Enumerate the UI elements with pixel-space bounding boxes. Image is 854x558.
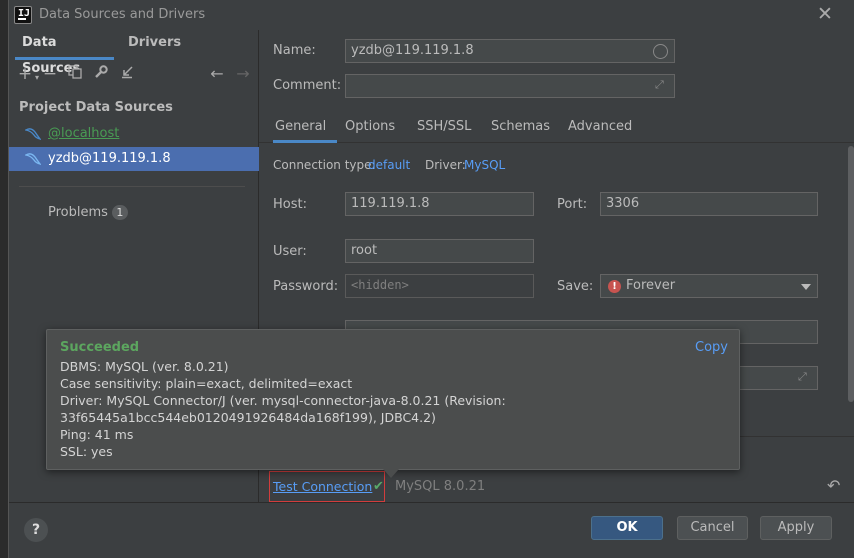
user-label: User:: [273, 244, 307, 259]
comment-input[interactable]: ⤢: [345, 74, 675, 98]
cancel-button[interactable]: Cancel: [677, 516, 748, 540]
settings-tabs: General Options SSH/SSL Schemas Advanced: [259, 113, 854, 143]
test-connection-link[interactable]: Test Connection: [273, 479, 372, 494]
problems-item[interactable]: Problems 1: [48, 205, 128, 220]
name-input[interactable]: yzdb@119.119.1.8: [345, 39, 675, 63]
connection-type-link[interactable]: default: [368, 158, 410, 172]
popup-line: SSL: yes: [60, 444, 113, 459]
user-input[interactable]: root: [345, 239, 534, 263]
scrollbar[interactable]: [847, 144, 854, 404]
test-connection-row: Test Connection ✔ MySQL 8.0.21 ↶: [269, 471, 849, 502]
password-placeholder: <hidden>: [351, 278, 409, 292]
check-icon: ✔: [373, 479, 384, 494]
color-circle-icon[interactable]: [653, 44, 668, 59]
tab-schemas[interactable]: Schemas: [491, 113, 550, 143]
port-input[interactable]: 3306: [600, 192, 818, 216]
password-label: Password:: [273, 279, 339, 294]
name-value: yzdb@119.119.1.8: [351, 43, 474, 58]
back-arrow-icon[interactable]: ←: [207, 62, 227, 86]
revert-icon[interactable]: ↶: [827, 476, 840, 495]
popup-line: Ping: 41 ms: [60, 427, 134, 442]
ide-background-strip: [0, 0, 8, 558]
scrollbar-thumb[interactable]: [848, 146, 854, 402]
mysql-dolphin-icon: [25, 128, 41, 140]
comment-label: Comment:: [273, 78, 342, 93]
import-icon[interactable]: [117, 62, 137, 86]
popup-line: 33f65445a1bcc544eb0120491926484da168f199…: [60, 410, 436, 425]
bottom-bar: ? OK Cancel Apply: [9, 502, 854, 558]
datasource-label: yzdb@119.119.1.8: [48, 151, 171, 166]
ok-button[interactable]: OK: [591, 516, 663, 540]
apply-button[interactable]: Apply: [760, 516, 832, 540]
datasource-label: @localhost: [48, 126, 120, 141]
tab-ssh-ssl[interactable]: SSH/SSL: [417, 113, 471, 143]
forward-arrow-icon[interactable]: →: [233, 62, 253, 86]
save-label: Save:: [557, 279, 594, 294]
tab-advanced[interactable]: Advanced: [568, 113, 632, 143]
problems-count-badge: 1: [111, 205, 128, 220]
datasource-yzdb[interactable]: yzdb@119.119.1.8: [9, 147, 259, 171]
expand-icon[interactable]: ⤢: [655, 78, 669, 92]
left-tabs: Data Sources Drivers: [9, 30, 259, 76]
copy-link[interactable]: Copy: [695, 340, 728, 355]
tab-data-sources[interactable]: Data Sources: [15, 30, 114, 76]
tab-options[interactable]: Options: [345, 113, 395, 143]
popup-line: Driver: MySQL Connector/J (ver. mysql-co…: [60, 393, 506, 408]
warning-icon: !: [608, 280, 621, 293]
title-bar: IJ Data Sources and Drivers ✕: [9, 0, 854, 30]
save-select[interactable]: ! Forever: [600, 274, 818, 298]
datasource-localhost[interactable]: @localhost: [9, 122, 259, 146]
left-toolbar: + ▾ − ← →: [9, 62, 259, 88]
driver-link[interactable]: MySQL: [464, 158, 505, 172]
host-input[interactable]: 119.119.1.8: [345, 192, 534, 216]
expand-icon[interactable]: ⤢: [798, 370, 812, 384]
data-sources-dialog: IJ Data Sources and Drivers ✕ Data Sourc…: [8, 0, 854, 558]
mysql-dolphin-icon: [25, 153, 41, 165]
problems-label: Problems: [48, 205, 108, 220]
tab-drivers[interactable]: Drivers: [128, 30, 188, 60]
section-title: Project Data Sources: [19, 100, 173, 115]
duplicate-icon[interactable]: [65, 62, 85, 86]
tab-general[interactable]: General: [273, 113, 337, 143]
save-value: Forever: [626, 278, 676, 293]
remove-icon[interactable]: −: [40, 62, 60, 86]
intellij-logo-icon: IJ: [14, 6, 32, 24]
host-label: Host:: [273, 197, 307, 212]
divider: [19, 186, 245, 187]
popup-title: Succeeded: [60, 340, 140, 355]
connection-type-label: Connection type:: [273, 158, 376, 172]
port-label: Port:: [557, 197, 588, 212]
server-version: MySQL 8.0.21: [395, 479, 486, 494]
popup-line: Case sensitivity: plain=exact, delimited…: [60, 376, 353, 391]
close-icon[interactable]: ✕: [815, 4, 835, 24]
driver-label: Driver:: [425, 158, 466, 172]
wrench-icon[interactable]: [91, 62, 111, 86]
popup-pointer: [383, 469, 399, 478]
help-button[interactable]: ?: [24, 518, 48, 542]
password-input[interactable]: <hidden>: [345, 274, 534, 298]
name-label: Name:: [273, 43, 316, 58]
connection-result-popup: Succeeded Copy DBMS: MySQL (ver. 8.0.21)…: [46, 329, 740, 470]
popup-line: DBMS: MySQL (ver. 8.0.21): [60, 359, 229, 374]
chevron-down-icon: [801, 284, 811, 290]
window-title: Data Sources and Drivers: [39, 7, 206, 22]
